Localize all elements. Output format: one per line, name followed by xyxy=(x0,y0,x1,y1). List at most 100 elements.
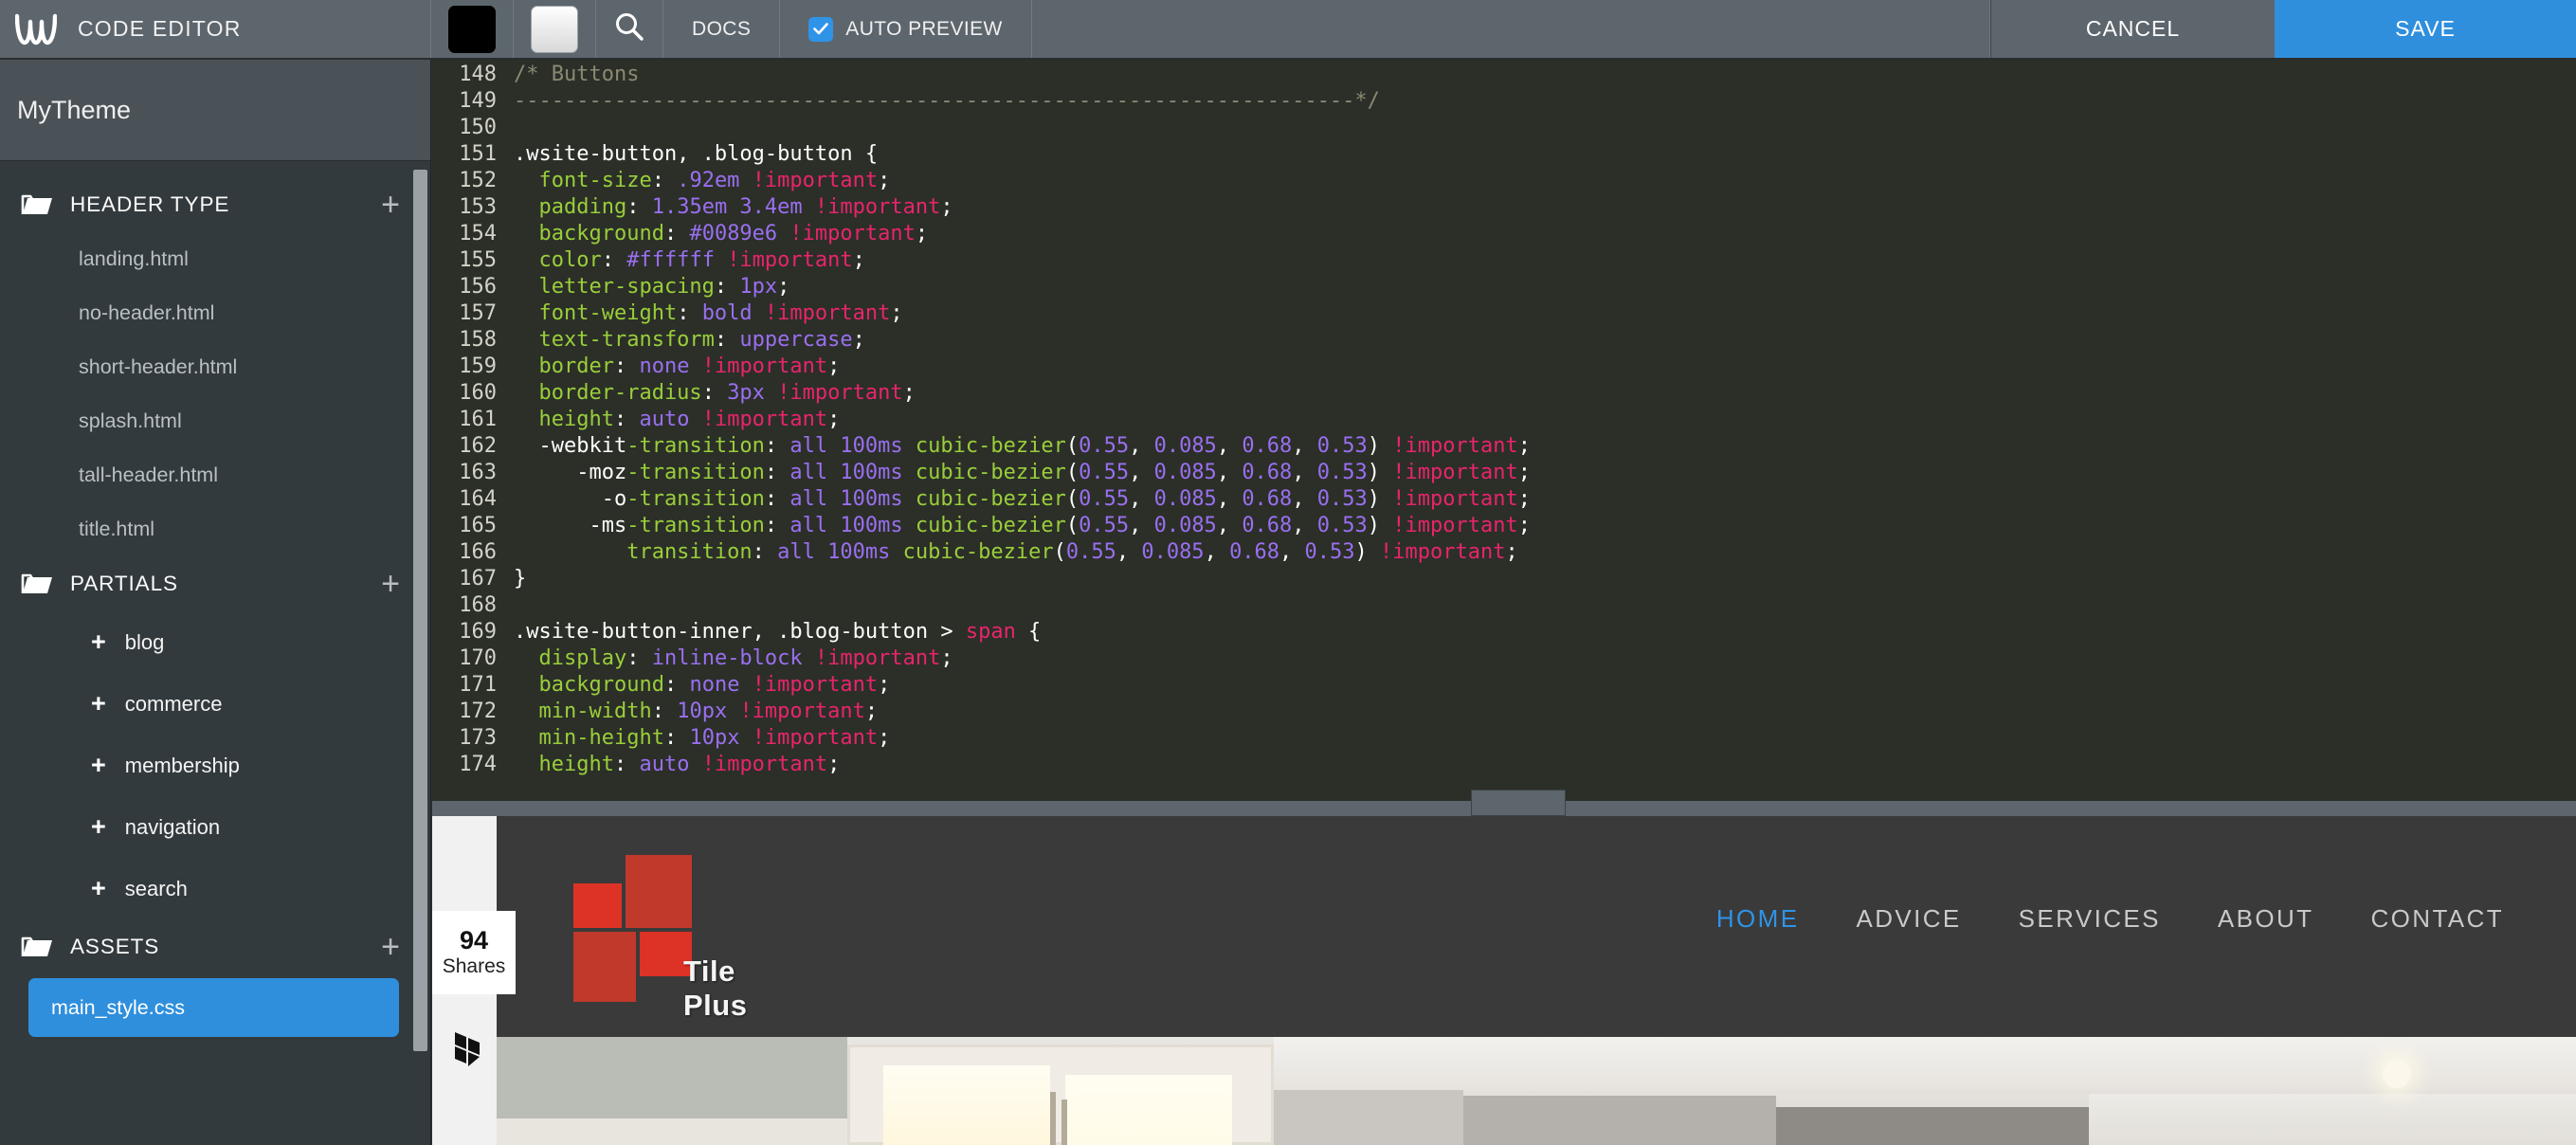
code-line[interactable]: 156 letter-spacing: 1px; xyxy=(445,274,2576,300)
expand-plus-icon[interactable]: + xyxy=(91,753,106,778)
code-line[interactable]: 162 -webkit-transition: all 100ms cubic-… xyxy=(445,433,2576,460)
code-line-text[interactable]: text-transform: uppercase; xyxy=(514,327,2576,354)
code-line[interactable]: 158 text-transform: uppercase; xyxy=(445,327,2576,354)
nav-item-contact[interactable]: CONTACT xyxy=(2370,904,2504,934)
dark-theme-swatch[interactable] xyxy=(448,5,496,53)
code-line[interactable]: 148 /* Buttons xyxy=(445,62,2576,88)
folder-partials[interactable]: PARTIALS + xyxy=(0,556,430,611)
docs-button[interactable]: DOCS xyxy=(663,0,781,58)
code-line[interactable]: 167} xyxy=(445,566,2576,592)
add-header-type-icon[interactable]: + xyxy=(381,189,400,221)
code-line-text[interactable]: display: inline-block !important; xyxy=(514,645,2576,672)
file-title-html[interactable]: title.html xyxy=(0,502,430,556)
code-line-text[interactable]: letter-spacing: 1px; xyxy=(514,274,2576,300)
code-line-text[interactable]: font-weight: bold !important; xyxy=(514,300,2576,327)
file-no-header-html[interactable]: no-header.html xyxy=(0,286,430,340)
code-line[interactable]: 155 color: #ffffff !important; xyxy=(445,247,2576,274)
light-theme-swatch[interactable] xyxy=(531,5,578,53)
code-line[interactable]: 161 height: auto !important; xyxy=(445,407,2576,433)
code-line[interactable]: 173 min-height: 10px !important; xyxy=(445,725,2576,752)
code-line-text[interactable]: min-width: 10px !important; xyxy=(514,699,2576,725)
code-line[interactable]: 170 display: inline-block !important; xyxy=(445,645,2576,672)
code-line[interactable]: 169 .wsite-button-inner, .blog-button > s… xyxy=(445,619,2576,645)
code-line-text[interactable]: border: none !important; xyxy=(514,354,2576,380)
code-line[interactable]: 164 -o-transition: all 100ms cubic-bezie… xyxy=(445,486,2576,513)
code-line[interactable]: 160 border-radius: 3px !important; xyxy=(445,380,2576,407)
add-asset-icon[interactable]: + xyxy=(381,931,400,963)
nav-item-advice[interactable]: ADVICE xyxy=(1856,904,1961,934)
code-line-text[interactable]: background: #0089e6 !important; xyxy=(514,221,2576,247)
code-line[interactable]: 152 font-size: .92em !important; xyxy=(445,168,2576,194)
search-button[interactable] xyxy=(596,0,663,58)
code-line-text[interactable]: font-size: .92em !important; xyxy=(514,168,2576,194)
code-editor[interactable]: 148 /* Buttons 149 ------------------------… xyxy=(432,60,2576,801)
site-logo[interactable]: Tile Plus xyxy=(573,855,747,1022)
code-line[interactable]: 174 height: auto !important; xyxy=(445,752,2576,778)
code-line[interactable]: 168 xyxy=(445,592,2576,619)
code-token: , xyxy=(1129,461,1154,484)
code-line[interactable]: 150 xyxy=(445,115,2576,141)
code-line-text[interactable]: /* Buttons xyxy=(514,62,2576,88)
partial-blog[interactable]: + blog xyxy=(0,611,430,673)
code-content[interactable]: 148 /* Buttons 149 ------------------------… xyxy=(445,60,2576,801)
file-splash-html[interactable]: splash.html xyxy=(0,394,430,448)
code-line-text[interactable]: ----------------------------------------… xyxy=(514,88,2576,115)
save-button[interactable]: SAVE xyxy=(2275,0,2576,58)
partial-search[interactable]: + search xyxy=(0,858,430,919)
file-landing-html[interactable]: landing.html xyxy=(0,232,430,286)
code-line-text[interactable]: border-radius: 3px !important; xyxy=(514,380,2576,407)
auto-preview-toggle[interactable]: AUTO PREVIEW xyxy=(780,0,1032,58)
site-preview[interactable]: Tile Plus HOME ADVICE SERVICES ABOUT CON… xyxy=(432,816,2576,1145)
code-line-text[interactable]: transition: all 100ms cubic-bezier(0.55,… xyxy=(514,539,2576,566)
folder-assets[interactable]: ASSETS + xyxy=(0,919,430,974)
code-line-text[interactable]: -ms-transition: all 100ms cubic-bezier(0… xyxy=(514,513,2576,539)
partial-membership[interactable]: + membership xyxy=(0,735,430,796)
code-line-text[interactable]: -o-transition: all 100ms cubic-bezier(0.… xyxy=(514,486,2576,513)
code-line-text[interactable]: .wsite-button-inner, .blog-button > span… xyxy=(514,619,2576,645)
code-line-text[interactable]: height: auto !important; xyxy=(514,752,2576,778)
code-line[interactable]: 166 transition: all 100ms cubic-bezier(0… xyxy=(445,539,2576,566)
auto-preview-checkbox[interactable] xyxy=(808,16,834,42)
code-line[interactable]: 171 background: none !important; xyxy=(445,672,2576,699)
code-line[interactable]: 165 -ms-transition: all 100ms cubic-bezi… xyxy=(445,513,2576,539)
expand-plus-icon[interactable]: + xyxy=(91,691,106,717)
code-line[interactable]: 159 border: none !important; xyxy=(445,354,2576,380)
code-line[interactable]: 153 padding: 1.35em 3.4em !important; xyxy=(445,194,2576,221)
code-line-text[interactable]: -moz-transition: all 100ms cubic-bezier(… xyxy=(514,460,2576,486)
toolbar-spacer xyxy=(1032,0,1990,58)
cancel-button[interactable]: CANCEL xyxy=(1990,0,2275,58)
code-line[interactable]: 172 min-width: 10px !important; xyxy=(445,699,2576,725)
partial-commerce[interactable]: + commerce xyxy=(0,673,430,735)
file-main-style-css[interactable]: main_style.css xyxy=(28,978,399,1037)
add-partial-icon[interactable]: + xyxy=(381,568,400,600)
file-tall-header-html[interactable]: tall-header.html xyxy=(0,448,430,502)
nav-item-home[interactable]: HOME xyxy=(1716,904,1800,934)
code-line[interactable]: 163 -moz-transition: all 100ms cubic-bez… xyxy=(445,460,2576,486)
file-short-header-html[interactable]: short-header.html xyxy=(0,340,430,394)
partial-navigation[interactable]: + navigation xyxy=(0,796,430,858)
dark-theme-swatch-button[interactable] xyxy=(431,0,514,58)
expand-plus-icon[interactable]: + xyxy=(91,814,106,840)
expand-plus-icon[interactable]: + xyxy=(91,629,106,655)
code-line[interactable]: 154 background: #0089e6 !important; xyxy=(445,221,2576,247)
splitter-grip[interactable] xyxy=(1471,790,1566,816)
code-line-text[interactable]: .wsite-button, .blog-button { xyxy=(514,141,2576,168)
expand-plus-icon[interactable]: + xyxy=(91,876,106,901)
code-line[interactable]: 149 -------------------------------------… xyxy=(445,88,2576,115)
code-line-text[interactable]: color: #ffffff !important; xyxy=(514,247,2576,274)
light-theme-swatch-button[interactable] xyxy=(514,0,596,58)
code-line-text[interactable]: background: none !important; xyxy=(514,672,2576,699)
houzz-icon[interactable] xyxy=(449,1028,485,1075)
folder-header-type[interactable]: HEADER TYPE + xyxy=(0,177,430,232)
nav-item-services[interactable]: SERVICES xyxy=(2019,904,2161,934)
code-line-text[interactable]: padding: 1.35em 3.4em !important; xyxy=(514,194,2576,221)
nav-item-about[interactable]: ABOUT xyxy=(2218,904,2314,934)
code-line-text[interactable]: -webkit-transition: all 100ms cubic-bezi… xyxy=(514,433,2576,460)
code-line[interactable]: 157 font-weight: bold !important; xyxy=(445,300,2576,327)
code-line-text[interactable]: } xyxy=(514,566,2576,592)
search-icon[interactable] xyxy=(613,10,645,47)
code-line[interactable]: 151 .wsite-button, .blog-button { xyxy=(445,141,2576,168)
code-line-text[interactable]: min-height: 10px !important; xyxy=(514,725,2576,752)
sidebar-scrollbar-thumb[interactable] xyxy=(413,170,427,1051)
code-line-text[interactable]: height: auto !important; xyxy=(514,407,2576,433)
